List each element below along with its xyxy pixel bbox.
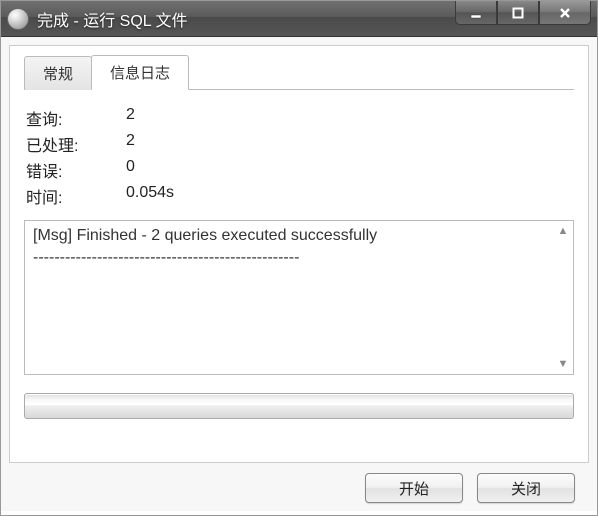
scroll-down-icon[interactable]: ▼	[555, 356, 571, 372]
tab-general[interactable]: 常规	[24, 56, 92, 90]
errors-value: 0	[126, 158, 574, 182]
maximize-icon	[512, 7, 524, 19]
progress-bar	[24, 393, 574, 419]
minimize-icon	[470, 7, 482, 19]
window-title: 完成 - 运行 SQL 文件	[37, 7, 188, 31]
time-value: 0.054s	[126, 184, 574, 208]
scrollbar[interactable]: ▲ ▼	[555, 223, 571, 372]
log-separator: ----------------------------------------…	[33, 247, 565, 269]
close-window-button[interactable]	[539, 1, 591, 25]
dialog-footer: 开始 关闭	[9, 463, 589, 503]
stats-block: 查询: 2 已处理: 2 错误: 0 时间: 0.054s	[26, 106, 574, 208]
start-button[interactable]: 开始	[365, 473, 463, 503]
errors-label: 错误:	[26, 158, 126, 182]
log-line: [Msg] Finished - 2 queries executed succ…	[33, 225, 565, 247]
scroll-up-icon[interactable]: ▲	[555, 223, 571, 239]
window-controls	[455, 1, 591, 25]
close-icon	[558, 6, 572, 20]
maximize-button[interactable]	[497, 1, 539, 25]
minimize-button[interactable]	[455, 1, 497, 25]
client-area: 常规 信息日志 查询: 2 已处理: 2 错误: 0 时间: 0.054s [M…	[1, 37, 597, 511]
app-icon	[7, 8, 29, 30]
processed-label: 已处理:	[26, 132, 126, 156]
queries-label: 查询:	[26, 106, 126, 130]
title-bar: 完成 - 运行 SQL 文件	[1, 1, 597, 37]
queries-value: 2	[126, 106, 574, 130]
tab-info-log[interactable]: 信息日志	[91, 55, 189, 90]
log-output: [Msg] Finished - 2 queries executed succ…	[24, 220, 574, 375]
tabs: 常规 信息日志	[24, 54, 574, 90]
processed-value: 2	[126, 132, 574, 156]
close-button[interactable]: 关闭	[477, 473, 575, 503]
time-label: 时间:	[26, 184, 126, 208]
main-panel: 常规 信息日志 查询: 2 已处理: 2 错误: 0 时间: 0.054s [M…	[9, 45, 589, 463]
